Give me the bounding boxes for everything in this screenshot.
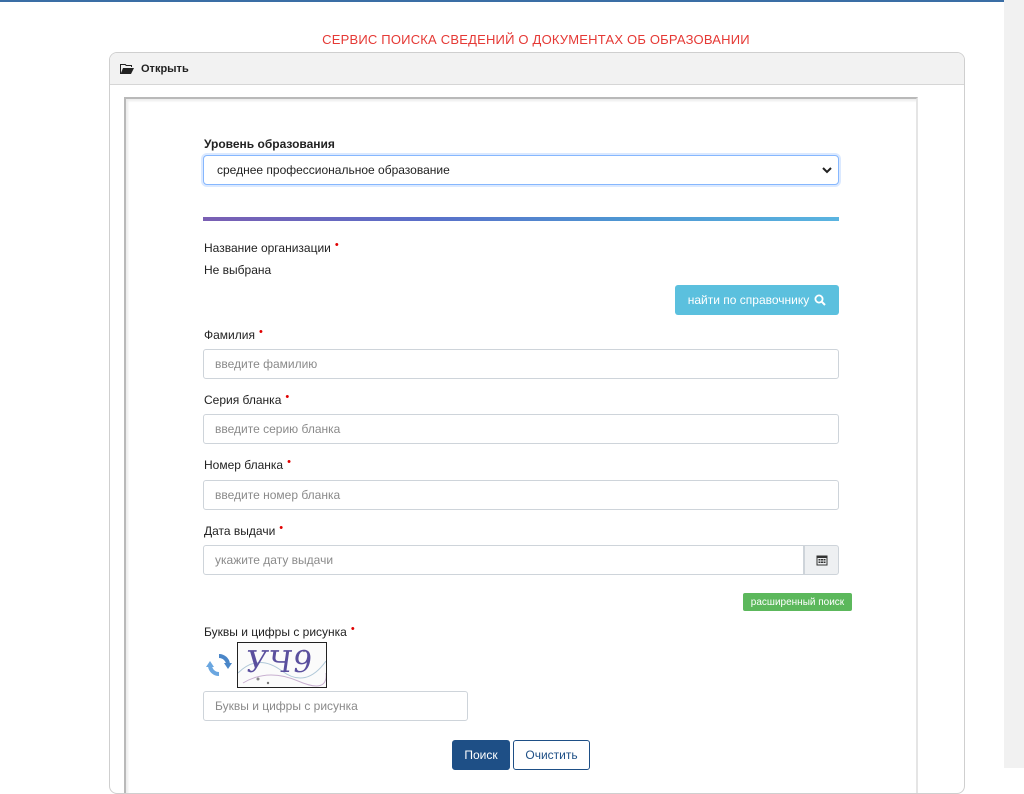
issue-date-label: Дата выдачи • (204, 522, 284, 538)
education-level-selected: среднее профессиональное образование (217, 163, 450, 177)
clear-button[interactable]: Очистить (513, 740, 590, 770)
calendar-icon (816, 555, 827, 566)
education-level-label: Уровень образования (204, 137, 335, 151)
required-marker: • (287, 456, 291, 468)
surname-input[interactable] (203, 349, 839, 379)
captcha-input[interactable] (203, 691, 468, 721)
required-marker: • (279, 522, 284, 534)
organization-value: Не выбрана (204, 263, 272, 277)
number-label: Номер бланка • (204, 456, 291, 472)
education-level-select[interactable]: среднее профессиональное образование (203, 155, 839, 185)
advanced-search-button[interactable]: расширенный поиск (743, 593, 852, 611)
search-button[interactable]: Поиск (452, 740, 510, 770)
panel-header[interactable]: Открыть (110, 53, 964, 85)
service-title: СЕРВИС ПОИСКА СВЕДЕНИЙ О ДОКУМЕНТАХ ОБ О… (322, 32, 750, 47)
required-marker: • (258, 326, 263, 338)
top-accent-bar (0, 0, 1004, 2)
required-marker: • (334, 239, 339, 251)
section-divider (203, 217, 839, 221)
search-panel: Открыть Уровень образования среднее проф… (109, 52, 965, 794)
organization-label: Название организации • (204, 239, 339, 255)
folder-open-icon (120, 63, 134, 74)
search-form: Уровень образования среднее профессионал… (124, 97, 918, 793)
required-marker: • (350, 623, 355, 635)
surname-label: Фамилия • (204, 326, 263, 342)
search-icon (814, 294, 826, 306)
captcha-image: УЧ9 (237, 642, 327, 688)
chevron-down-icon (822, 166, 832, 173)
captcha-label: Буквы и цифры с рисунка • (204, 623, 355, 639)
refresh-captcha-icon[interactable] (206, 653, 232, 677)
panel-header-label: Открыть (141, 62, 189, 75)
find-in-directory-button[interactable]: найти по справочнику (675, 285, 839, 315)
number-input[interactable] (203, 480, 839, 510)
find-in-directory-label: найти по справочнику (687, 293, 810, 307)
calendar-button[interactable] (804, 545, 839, 575)
page-scrollbar[interactable] (1004, 0, 1024, 768)
issue-date-input[interactable] (203, 545, 804, 575)
series-label: Серия бланка • (204, 391, 290, 407)
captcha-text: УЧ9 (243, 645, 316, 680)
required-marker: • (285, 391, 290, 403)
series-input[interactable] (203, 414, 839, 444)
